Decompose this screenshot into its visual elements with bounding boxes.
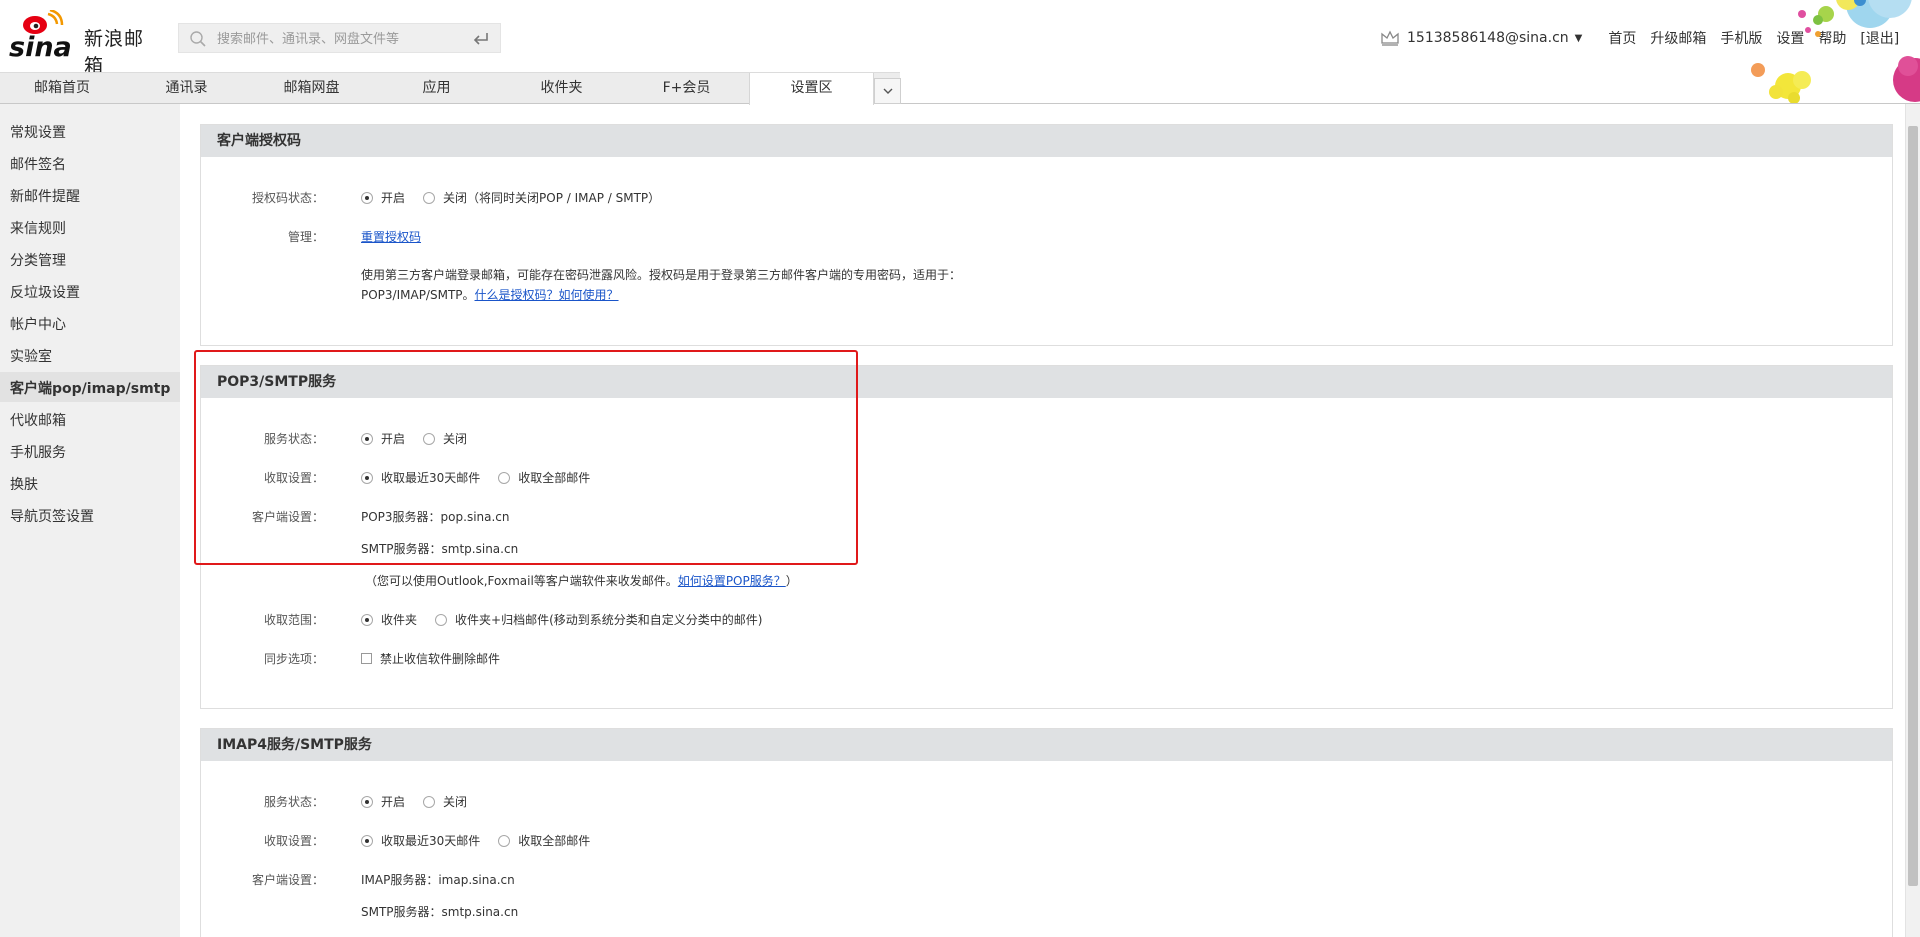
auth-note-text-2: POP3/IMAP/SMTP。: [361, 288, 475, 302]
sidebar-item-client-pop-imap-smtp[interactable]: 客户端pop/imap/smtp: [0, 378, 180, 398]
sidebar-item-account-center[interactable]: 帐户中心: [10, 314, 66, 334]
auth-note-row-2: POP3/IMAP/SMTP。 什么是授权码？如何使用？: [201, 286, 1891, 306]
sidebar-item-mail-rules[interactable]: 来信规则: [10, 218, 66, 238]
field-label: 收取设置：: [263, 834, 324, 848]
sina-logo[interactable]: sina 新浪邮箱: [8, 10, 153, 77]
section-title: IMAP4服务/SMTP服务: [201, 729, 1892, 761]
sidebar-item-mobile-service[interactable]: 手机服务: [10, 442, 66, 462]
header: sina 新浪邮箱 15138586148@sina.cn ▼ 首页 升级邮箱 …: [0, 0, 1920, 104]
auth-manage-row: 管理： 重置授权码: [201, 228, 1891, 248]
pop-range-row: 收取范围： 收件夹 收件夹+归档邮件(移动到系统分类和自定义分类中的邮件): [201, 611, 1891, 631]
how-to-set-pop-link[interactable]: 如何设置POP服务？: [678, 572, 786, 589]
pop-sync-row: 同步选项： 禁止收信软件删除邮件: [201, 650, 1891, 670]
field-label: 客户端设置：: [251, 510, 324, 524]
imap-service-off-radio[interactable]: 关闭: [423, 793, 467, 810]
tab-strip: 邮箱首页 通讯录 邮箱网盘 应用 收件夹 F+会员 设置区: [0, 72, 900, 105]
smtp-server-text: SMTP服务器：smtp.sina.cn: [361, 542, 519, 556]
sina-logo-mark: sina: [9, 10, 72, 58]
pop-hint-text: （您可以使用Outlook,Foxmail等客户端软件来收发邮件。: [365, 574, 678, 588]
pop-client-row: 客户端设置： POP3服务器：pop.sina.cn: [201, 508, 1891, 528]
pop-hint-suffix: ）: [785, 574, 798, 588]
imap-server-text: IMAP服务器：imap.sina.cn: [361, 873, 515, 887]
imap-fetch-row: 收取设置： 收取最近30天邮件 收取全部邮件: [201, 832, 1891, 852]
search-box[interactable]: [178, 23, 501, 53]
enter-icon[interactable]: [472, 31, 490, 47]
sidebar-item-lab[interactable]: 实验室: [10, 346, 52, 366]
field-label: 授权码状态：: [251, 191, 324, 205]
imap-service-row: 服务状态： 开启 关闭: [201, 793, 1891, 813]
pop3-server-text: POP3服务器：pop.sina.cn: [361, 510, 510, 524]
chevron-down-icon[interactable]: ▼: [1575, 33, 1583, 44]
auth-status-off-radio[interactable]: 关闭（将同时关闭POP / IMAP / SMTP）: [423, 189, 660, 206]
svg-text:sina: sina: [9, 32, 72, 58]
tab-more-button[interactable]: [874, 78, 901, 104]
scrollbar-thumb[interactable]: [1908, 126, 1918, 886]
pop-service-on-radio[interactable]: 开启: [361, 430, 405, 447]
pop-service-row: 服务状态： 开启 关闭: [201, 430, 1891, 450]
pop-range-archive-radio[interactable]: 收件夹+归档邮件(移动到系统分类和自定义分类中的邮件): [435, 611, 762, 628]
pop-fetch-all-radio[interactable]: 收取全部邮件: [498, 469, 590, 486]
sidebar-item-nav-tabs[interactable]: 导航页签设置: [10, 506, 94, 526]
auth-code-section: 客户端授权码 授权码状态： 开启 关闭（将同时关闭POP / IMAP / SM…: [200, 124, 1893, 346]
auth-note-text: 使用第三方客户端登录邮箱，可能存在密码泄露风险。授权码是用于登录第三方邮件客户端…: [361, 268, 962, 282]
imap-fetch-recent-radio[interactable]: 收取最近30天邮件: [361, 832, 480, 849]
auth-note-row: 使用第三方客户端登录邮箱，可能存在密码泄露风险。授权码是用于登录第三方邮件客户端…: [201, 266, 1891, 286]
pop3-smtp-section: POP3/SMTP服务 服务状态： 开启 关闭 收取设置： 收取最近30天邮件 …: [200, 365, 1893, 709]
crown-icon: [1381, 30, 1399, 46]
tab-contacts[interactable]: 通讯录: [124, 73, 249, 104]
search-icon[interactable]: [189, 30, 207, 48]
field-label: 收取设置：: [263, 471, 324, 485]
sidebar-item-categories[interactable]: 分类管理: [10, 250, 66, 270]
imap-fetch-all-radio[interactable]: 收取全部邮件: [498, 832, 590, 849]
sidebar-item-mail-collection[interactable]: 代收邮箱: [10, 410, 66, 430]
settings-sidebar: 常规设置 邮件签名 新邮件提醒 来信规则 分类管理 反垃圾设置 帐户中心 实验室…: [0, 104, 180, 937]
field-label: 管理：: [287, 230, 324, 244]
user-email[interactable]: 15138586148@sina.cn: [1407, 30, 1569, 46]
field-label: 收取范围：: [263, 613, 324, 627]
imap-smtp-row: SMTP服务器：smtp.sina.cn: [201, 903, 1891, 923]
nav-link-home[interactable]: 首页: [1608, 28, 1636, 48]
section-title: POP3/SMTP服务: [201, 366, 1892, 398]
pop-range-inbox-radio[interactable]: 收件夹: [361, 611, 417, 628]
sidebar-item-new-mail-alert[interactable]: 新邮件提醒: [10, 186, 80, 206]
imap-client-row: 客户端设置： IMAP服务器：imap.sina.cn: [201, 871, 1891, 891]
tab-mailbox-home[interactable]: 邮箱首页: [0, 73, 124, 104]
section-title: 客户端授权码: [201, 125, 1892, 157]
reset-auth-code-link[interactable]: 重置授权码: [361, 228, 421, 245]
sidebar-item-general[interactable]: 常规设置: [10, 122, 66, 142]
imap-smtp-section: IMAP4服务/SMTP服务 服务状态： 开启 关闭 收取设置： 收取最近30天…: [200, 728, 1893, 937]
tab-fplus-member[interactable]: F+会员: [624, 73, 749, 104]
auth-status-on-radio[interactable]: 开启: [361, 189, 405, 206]
sidebar-item-antispam[interactable]: 反垃圾设置: [10, 282, 80, 302]
pop-service-off-radio[interactable]: 关闭: [423, 430, 467, 447]
tab-apps[interactable]: 应用: [374, 73, 499, 104]
search-input[interactable]: [217, 28, 457, 50]
tab-netdisk[interactable]: 邮箱网盘: [249, 73, 374, 104]
prevent-delete-checkbox[interactable]: 禁止收信软件删除邮件: [361, 650, 500, 667]
pop-smtp-row: SMTP服务器：smtp.sina.cn: [201, 540, 1891, 560]
chevron-down-icon: [883, 88, 893, 94]
imap-service-on-radio[interactable]: 开启: [361, 793, 405, 810]
main-tabbar: 邮箱首页 通讯录 邮箱网盘 应用 收件夹 F+会员 设置区: [0, 72, 1920, 105]
brand-text: 新浪邮箱: [84, 28, 145, 77]
pop-hint-row: （您可以使用Outlook,Foxmail等客户端软件来收发邮件。 如何设置PO…: [201, 572, 1891, 592]
imap-smtp-server-text: SMTP服务器：smtp.sina.cn: [361, 905, 519, 919]
sidebar-item-signature[interactable]: 邮件签名: [10, 154, 66, 174]
sidebar-item-skin[interactable]: 换肤: [10, 474, 38, 494]
tab-folders[interactable]: 收件夹: [499, 73, 624, 104]
pop-fetch-recent-radio[interactable]: 收取最近30天邮件: [361, 469, 480, 486]
field-label: 服务状态：: [263, 432, 324, 446]
pop-fetch-row: 收取设置： 收取最近30天邮件 收取全部邮件: [201, 469, 1891, 489]
field-label: 客户端设置：: [251, 873, 324, 887]
field-label: 服务状态：: [263, 795, 324, 809]
what-is-auth-code-link[interactable]: 什么是授权码？如何使用？: [475, 286, 619, 303]
field-label: 同步选项：: [263, 652, 324, 666]
auth-status-row: 授权码状态： 开启 关闭（将同时关闭POP / IMAP / SMTP）: [201, 189, 1891, 209]
page-scrollbar[interactable]: [1905, 104, 1920, 937]
tab-settings[interactable]: 设置区: [749, 73, 874, 105]
